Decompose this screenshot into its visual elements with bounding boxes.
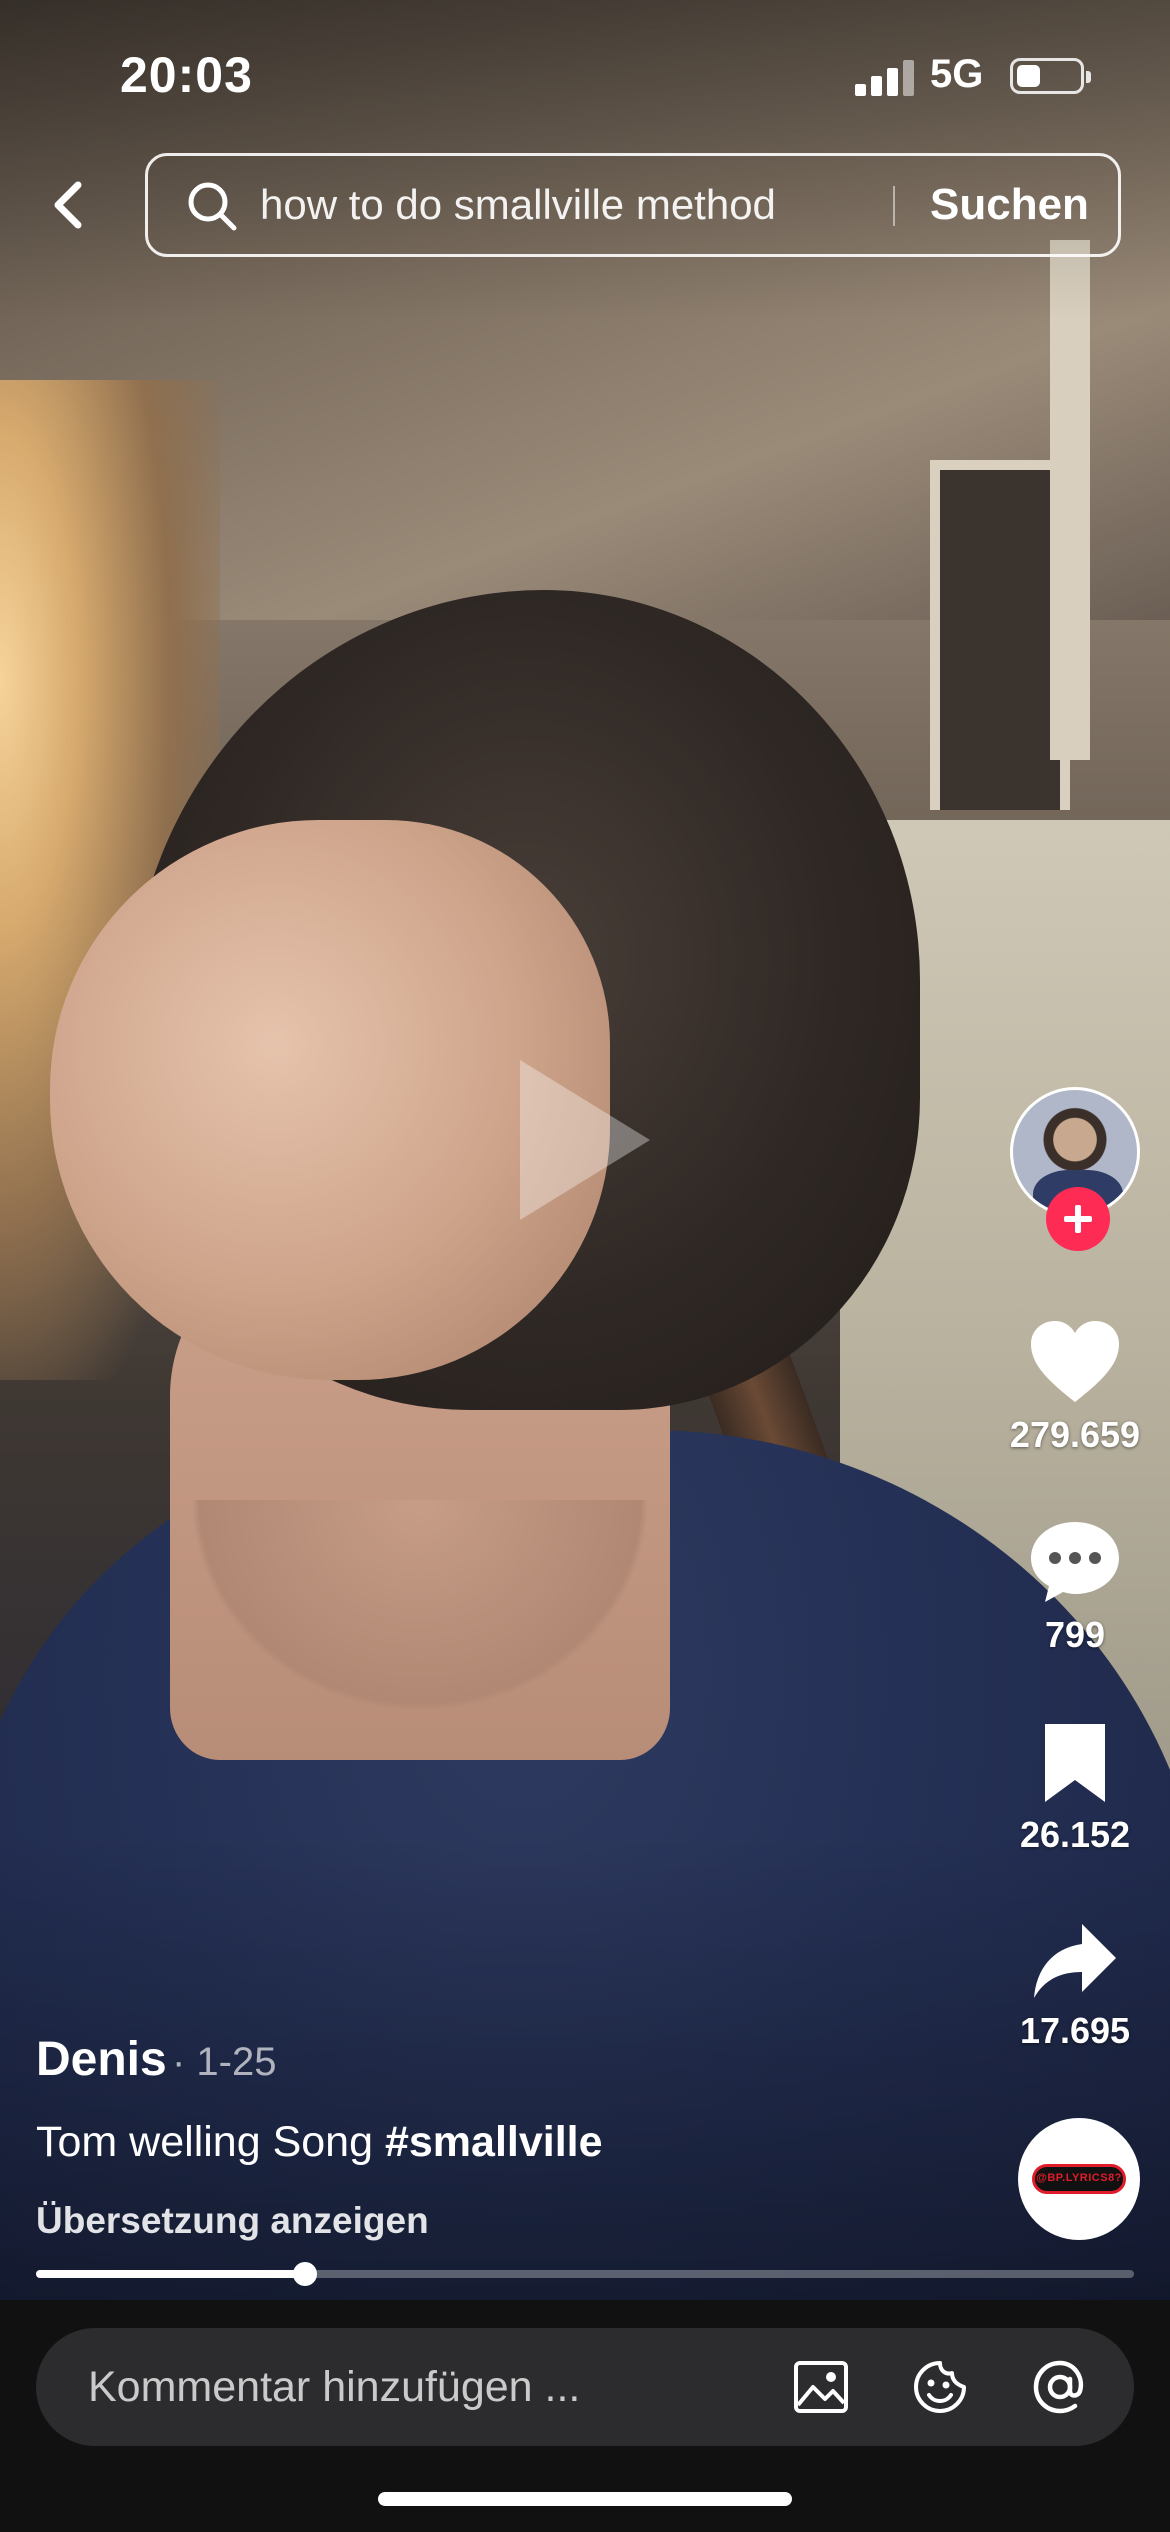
search-button[interactable]: Suchen bbox=[930, 156, 1089, 254]
comment-placeholder: Kommentar hinzufügen ... bbox=[88, 2363, 581, 2411]
bookmark-icon bbox=[1045, 1724, 1105, 1802]
back-button[interactable] bbox=[40, 175, 100, 235]
post-date: · 1-25 bbox=[172, 2040, 277, 2084]
author-name[interactable]: Denis bbox=[36, 2032, 167, 2087]
screen: 20:03 5G how to do smallville method Suc… bbox=[0, 0, 1170, 2532]
music-label-logo: @BP.LYRICS8? bbox=[1032, 2164, 1126, 2194]
caption: Tom welling Song #smallville bbox=[36, 2118, 603, 2167]
like-count: 279.659 bbox=[1009, 1414, 1141, 1455]
bookmark-count: 26.152 bbox=[1019, 1814, 1131, 1855]
comment-icon bbox=[1031, 1522, 1119, 1602]
home-indicator bbox=[378, 2492, 792, 2506]
hashtag-link[interactable]: #smallville bbox=[385, 2118, 603, 2166]
bookmark-button[interactable]: 26.152 bbox=[990, 1720, 1160, 1856]
video-scene-collar bbox=[160, 1500, 680, 1740]
music-disc[interactable]: @BP.LYRICS8? bbox=[1018, 2118, 1140, 2240]
signal-icon bbox=[855, 60, 915, 96]
progress-bar[interactable] bbox=[36, 2262, 1134, 2286]
comment-count: 799 bbox=[1044, 1614, 1106, 1655]
status-bar: 20:03 5G bbox=[0, 0, 1170, 140]
share-count: 17.695 bbox=[1019, 2010, 1131, 2051]
back-icon bbox=[54, 181, 82, 229]
share-icon bbox=[1034, 1924, 1116, 1998]
network-type: 5G bbox=[930, 52, 984, 96]
comment-input[interactable]: Kommentar hinzufügen ... bbox=[36, 2328, 1134, 2446]
image-icon[interactable] bbox=[791, 2357, 851, 2417]
status-time: 20:03 bbox=[120, 47, 253, 103]
search-bar[interactable]: how to do smallville method Suchen bbox=[145, 153, 1121, 257]
emoji-icon[interactable] bbox=[910, 2357, 970, 2417]
like-button[interactable]: 279.659 bbox=[990, 1318, 1160, 1456]
battery-icon bbox=[1010, 58, 1091, 94]
mention-icon[interactable] bbox=[1030, 2357, 1090, 2417]
video-scene-doorframe bbox=[930, 460, 1070, 810]
caption-text: Tom welling Song bbox=[36, 2118, 385, 2166]
translate-link[interactable]: Übersetzung anzeigen bbox=[36, 2200, 429, 2242]
share-button[interactable]: 17.695 bbox=[990, 1918, 1160, 2052]
search-icon bbox=[188, 182, 237, 231]
battery-level bbox=[1017, 65, 1040, 87]
progress-fill bbox=[36, 2270, 305, 2278]
progress-handle[interactable] bbox=[293, 2262, 317, 2286]
follow-button[interactable] bbox=[1046, 1187, 1110, 1251]
comment-button[interactable]: 799 bbox=[990, 1518, 1160, 1656]
heart-icon bbox=[1031, 1321, 1119, 1402]
play-icon[interactable] bbox=[520, 1060, 650, 1220]
search-divider bbox=[893, 186, 895, 226]
search-input[interactable]: how to do smallville method bbox=[260, 156, 776, 254]
